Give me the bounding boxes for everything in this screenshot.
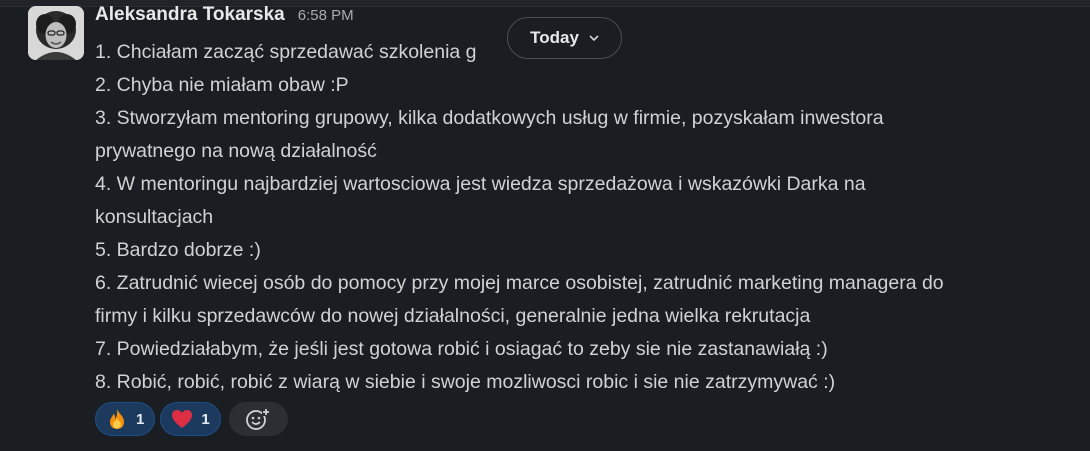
message: Aleksandra Tokarska 6:58 PM 1. Chciałam … [0,0,1090,451]
reaction-heart[interactable]: 1 [160,402,221,436]
message-body: 1. Chciałam zacząć sprzedawać szkolenia … [95,36,1070,399]
avatar[interactable] [28,6,84,60]
message-line: 8. Robić, robić, robić z wiarą w siebie … [95,371,836,393]
message-line: 5. Bardzo dobrze :) [95,239,261,261]
heart-emoji-icon [172,410,193,428]
message-line: 7. Powiedziałabym, że jeśli jest gotowa … [95,338,828,360]
message-line: 2. Chyba nie miałam obaw :P [95,74,349,96]
message-line: 6. Zatrudnić wiecej osób do pomocy przy … [95,272,944,294]
author-name[interactable]: Aleksandra Tokarska [95,4,285,26]
chevron-down-icon [589,33,599,45]
date-divider-button[interactable]: Today [507,17,622,59]
message-line: 3. Stworzyłam mentoring grupowy, kilka d… [95,107,884,129]
avatar-photo [28,6,84,60]
reaction-count: 1 [201,410,210,428]
reactions-bar: 1 1 [95,402,288,436]
date-divider-label: Today [530,28,579,47]
message-timestamp[interactable]: 6:58 PM [298,7,354,24]
reaction-count: 1 [136,410,145,428]
fire-emoji-icon [110,409,124,429]
message-line: 4. W mentoringu najbardziej wartosciowa … [95,173,866,195]
reaction-fire[interactable]: 1 [95,402,156,436]
add-reaction-icon [246,408,271,430]
message-line: prywatnego na nową działalność [95,140,377,162]
message-header: Aleksandra Tokarska 6:58 PM [95,4,354,26]
add-reaction-button[interactable] [228,402,288,436]
message-line: konsultacjach [95,206,214,228]
message-line: firmy i kilku sprzedawców do nowej dział… [95,305,811,327]
